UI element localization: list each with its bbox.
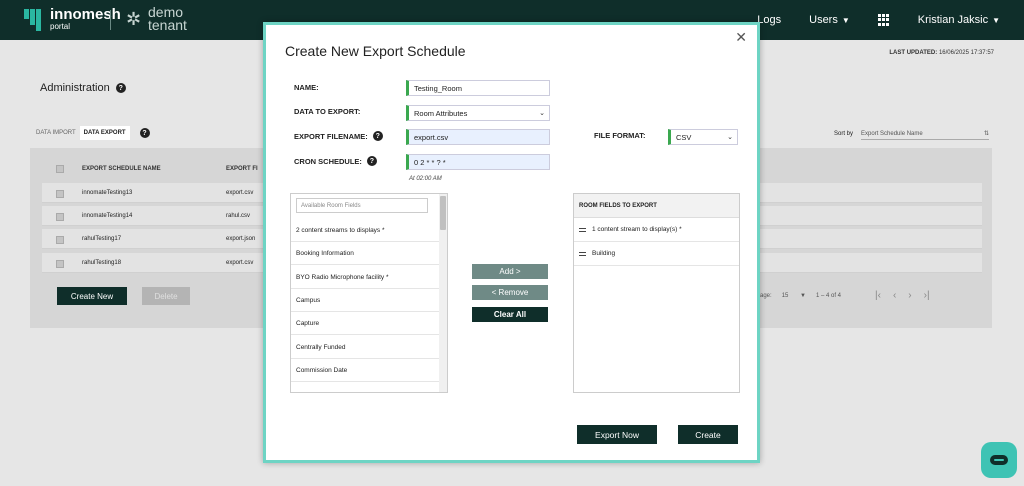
list-item[interactable]: Centrally Funded: [291, 336, 441, 359]
close-icon[interactable]: ✕: [735, 29, 747, 46]
header-name: EXPORT SCHEDULE NAME: [82, 166, 161, 172]
user-name: Kristian Jaksic: [917, 14, 989, 26]
name-input[interactable]: Testing_Room: [406, 80, 550, 96]
next-page-icon[interactable]: ›: [908, 290, 911, 301]
row-checkbox[interactable]: [56, 236, 64, 244]
add-button[interactable]: Add >: [472, 264, 548, 279]
create-new-button[interactable]: Create New: [57, 287, 127, 305]
header-file: EXPORT FI: [226, 166, 258, 172]
page-title-text: Administration: [40, 82, 110, 94]
export-filename-label: EXPORT FILENAME: ?: [294, 131, 383, 141]
modal-title: Create New Export Schedule: [285, 43, 466, 59]
list-item[interactable]: 2 content streams to displays *: [291, 219, 441, 242]
scrollbar-thumb[interactable]: [440, 196, 446, 230]
last-updated: LAST UPDATED: 16/06/2025 17:37:57: [889, 50, 994, 56]
page-title: Administration ?: [40, 82, 126, 94]
sort-by-select[interactable]: Export Schedule Name ⇅: [861, 128, 990, 140]
export-filename-input[interactable]: export.csv: [406, 129, 550, 145]
logo-divider: [110, 10, 111, 30]
tenant-line2: tenant: [148, 17, 187, 33]
create-button[interactable]: Create: [678, 425, 738, 444]
row-checkbox[interactable]: [56, 190, 64, 198]
prev-page-icon[interactable]: ‹: [893, 290, 896, 301]
nav-users[interactable]: Users ▼: [809, 14, 850, 26]
nav-logs[interactable]: Logs: [757, 14, 781, 26]
data-to-export-select[interactable]: Room Attributes ⌄: [406, 105, 550, 121]
nav-logs-label: Logs: [757, 14, 782, 26]
row-checkbox[interactable]: [56, 260, 64, 268]
pagination: age: 15 ▼ 1 – 4 of 4 |‹ ‹ › ›|: [760, 290, 930, 301]
chat-icon: [990, 455, 1008, 465]
tenant-logo: ✲ demo tenant: [126, 5, 187, 33]
list-item[interactable]: Commission Date: [291, 359, 441, 382]
tab-data-export[interactable]: DATA EXPORT: [79, 126, 130, 140]
sort-icon: ⇅: [983, 131, 990, 137]
clear-all-button[interactable]: Clear All: [472, 307, 548, 322]
list-item[interactable]: 1 content stream to display(s) *: [574, 218, 739, 242]
chevron-down-icon: ⌄: [727, 134, 733, 141]
per-page-select[interactable]: 15 ▼: [782, 293, 806, 299]
list-item[interactable]: BYO Radio Microphone facility *: [291, 266, 441, 289]
available-fields-list: Available Room Fields 2 content streams …: [290, 193, 448, 393]
help-icon[interactable]: ?: [139, 128, 150, 138]
row-checkbox[interactable]: [56, 213, 64, 221]
cron-schedule-input[interactable]: 0 2 * * ? *: [406, 154, 550, 170]
last-page-icon[interactable]: ›|: [924, 290, 930, 301]
admin-tabs: DATA IMPORT DATA EXPORT ?: [32, 126, 150, 140]
remove-button[interactable]: < Remove: [472, 285, 548, 300]
caret-down-icon: ▼: [992, 15, 1000, 25]
help-icon[interactable]: ?: [115, 83, 126, 93]
export-fields-header: ROOM FIELDS TO EXPORT: [574, 194, 739, 218]
delete-button[interactable]: Delete: [142, 287, 190, 305]
export-now-button[interactable]: Export Now: [577, 425, 657, 444]
nav-users-label: Users: [809, 14, 838, 26]
help-icon[interactable]: ?: [372, 131, 383, 141]
user-menu[interactable]: Kristian Jaksic ▼: [918, 14, 1000, 26]
apps-grid-icon[interactable]: [877, 14, 890, 26]
file-format-select[interactable]: CSV ⌄: [668, 129, 738, 145]
drag-handle-icon[interactable]: [579, 227, 586, 232]
list-item[interactable]: Booking Information: [291, 242, 441, 265]
sort-by-label: Sort by: [834, 131, 854, 137]
file-format-label: FILE FORMAT:: [594, 131, 646, 140]
list-item[interactable]: Campus: [291, 289, 441, 312]
select-all-checkbox[interactable]: [56, 165, 64, 173]
first-page-icon[interactable]: |‹: [875, 290, 881, 301]
list-item[interactable]: Building: [574, 242, 739, 266]
list-item[interactable]: Capture: [291, 312, 441, 335]
cron-hint: At 02:00 AM: [409, 176, 442, 182]
available-fields-search[interactable]: Available Room Fields: [296, 198, 428, 213]
chevron-down-icon: ⌄: [539, 110, 545, 117]
help-icon[interactable]: ?: [366, 156, 377, 166]
create-export-schedule-modal: ✕ Create New Export Schedule NAME: Testi…: [263, 22, 760, 463]
brand-logo[interactable]: innomesh portal: [24, 7, 121, 32]
data-to-export-label: DATA TO EXPORT:: [294, 107, 361, 116]
scrollbar[interactable]: [439, 194, 447, 392]
tenant-flower-icon: ✲: [126, 9, 142, 29]
caret-down-icon: ▼: [841, 15, 850, 25]
tab-data-import[interactable]: DATA IMPORT: [32, 126, 80, 140]
page-range: 1 – 4 of 4: [815, 292, 842, 299]
logo-bars-icon: [24, 9, 44, 31]
export-fields-list: ROOM FIELDS TO EXPORT 1 content stream t…: [573, 193, 740, 393]
chat-support-button[interactable]: [981, 442, 1017, 478]
cron-schedule-label: CRON SCHEDULE: ?: [294, 156, 377, 166]
name-label: NAME:: [294, 83, 319, 92]
sort-by: Sort by Export Schedule Name ⇅: [834, 128, 990, 140]
drag-handle-icon[interactable]: [579, 251, 586, 256]
